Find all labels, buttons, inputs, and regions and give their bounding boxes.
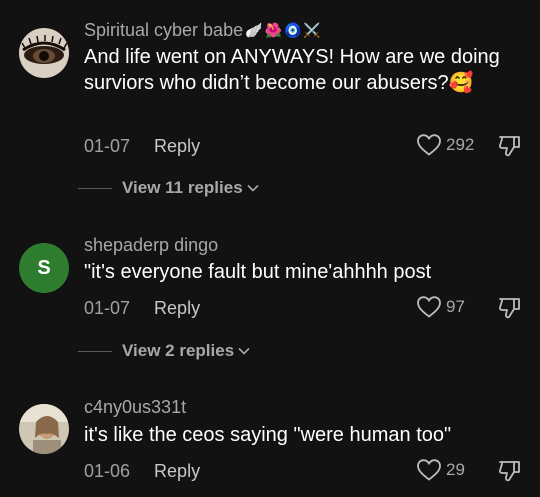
- heart-icon: [417, 134, 441, 156]
- chevron-down-icon: [238, 347, 250, 355]
- reply-button[interactable]: Reply: [154, 136, 200, 157]
- reply-button[interactable]: Reply: [154, 298, 200, 319]
- comment-username[interactable]: Spiritual cyber babe 🪽 🌺 🧿 ⚔️: [84, 20, 321, 41]
- comment-date: 01-06: [84, 461, 131, 481]
- username-badges: 🪽 🌺 🧿 ⚔️: [245, 22, 321, 39]
- comment-date: 01-07: [84, 298, 131, 318]
- heart-icon: [417, 459, 441, 481]
- view-replies-text: View 2 replies: [122, 341, 235, 360]
- comment-username[interactable]: shepaderp dingo: [84, 235, 218, 256]
- comment-meta: 01-07 Reply: [84, 136, 200, 157]
- flower-icon: 🌺: [264, 22, 282, 38]
- like-count: 29: [446, 460, 465, 479]
- like-count: 292: [446, 135, 475, 154]
- divider-line: [78, 350, 112, 352]
- comment-text: it's like the ceos saying "were human to…: [84, 424, 452, 446]
- dislike-icon[interactable]: [496, 294, 524, 322]
- comment-text: "it's everyone fault but mine'ahhhh post: [84, 261, 432, 283]
- evil-eye-icon: 🧿: [283, 22, 302, 38]
- username-text: Spiritual cyber babe: [84, 20, 244, 40]
- like-button[interactable]: 97: [416, 295, 465, 319]
- username-text: shepaderp dingo: [84, 235, 219, 255]
- comment-text: And life went on ANYWAYS! How are we doi…: [84, 46, 500, 94]
- chevron-down-icon: [247, 184, 259, 192]
- heart-icon: [417, 296, 441, 318]
- comment-username[interactable]: c4ny0us331t: [84, 397, 186, 418]
- comment-date: 01-07: [84, 136, 131, 156]
- like-button[interactable]: 29: [416, 458, 465, 482]
- comment-meta: 01-07 Reply: [84, 298, 200, 319]
- view-replies-text: View 11 replies: [122, 178, 243, 197]
- avatar[interactable]: [19, 404, 69, 454]
- like-button[interactable]: 292: [416, 133, 474, 157]
- dislike-icon[interactable]: [496, 132, 524, 160]
- username-text: c4ny0us331t: [84, 397, 187, 417]
- view-replies-button[interactable]: View 2 replies: [78, 341, 250, 361]
- reply-button[interactable]: Reply: [154, 461, 200, 482]
- dislike-icon[interactable]: [496, 457, 524, 485]
- avatar[interactable]: S: [19, 243, 69, 293]
- view-replies-button[interactable]: View 11 replies: [78, 178, 259, 198]
- avatar[interactable]: [19, 28, 69, 78]
- crossed-swords-icon: ⚔️: [303, 22, 321, 38]
- avatar-letter: S: [37, 256, 51, 279]
- divider-line: [78, 187, 112, 189]
- like-count: 97: [446, 297, 465, 316]
- comment-meta: 01-06 Reply: [84, 461, 200, 482]
- wing-icon: 🪽: [245, 22, 263, 38]
